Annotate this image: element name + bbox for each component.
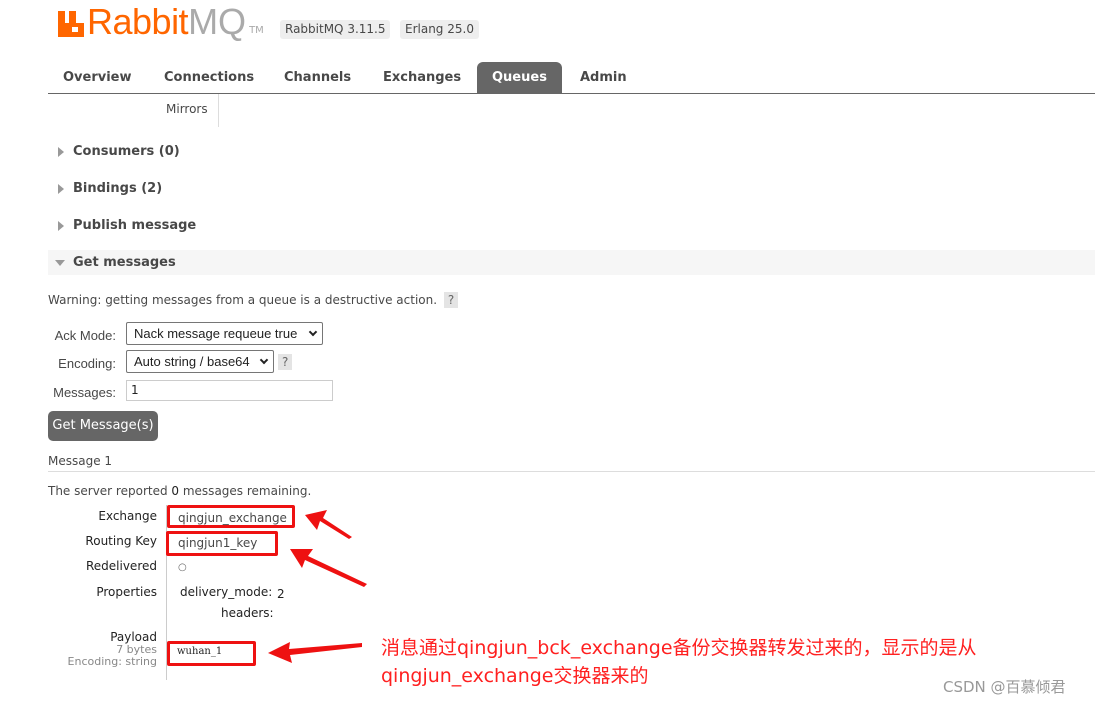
annotation-arrows <box>268 510 367 663</box>
arrow-icon <box>305 510 352 539</box>
arrow-icon <box>268 642 362 663</box>
annotation-line-1: 消息通过qingjun_bck_exchange备份交换器转发过来的，显示的是从 <box>381 637 977 659</box>
arrow-icon <box>290 549 367 587</box>
watermark: CSDN @百慕倾君 <box>943 678 1066 696</box>
